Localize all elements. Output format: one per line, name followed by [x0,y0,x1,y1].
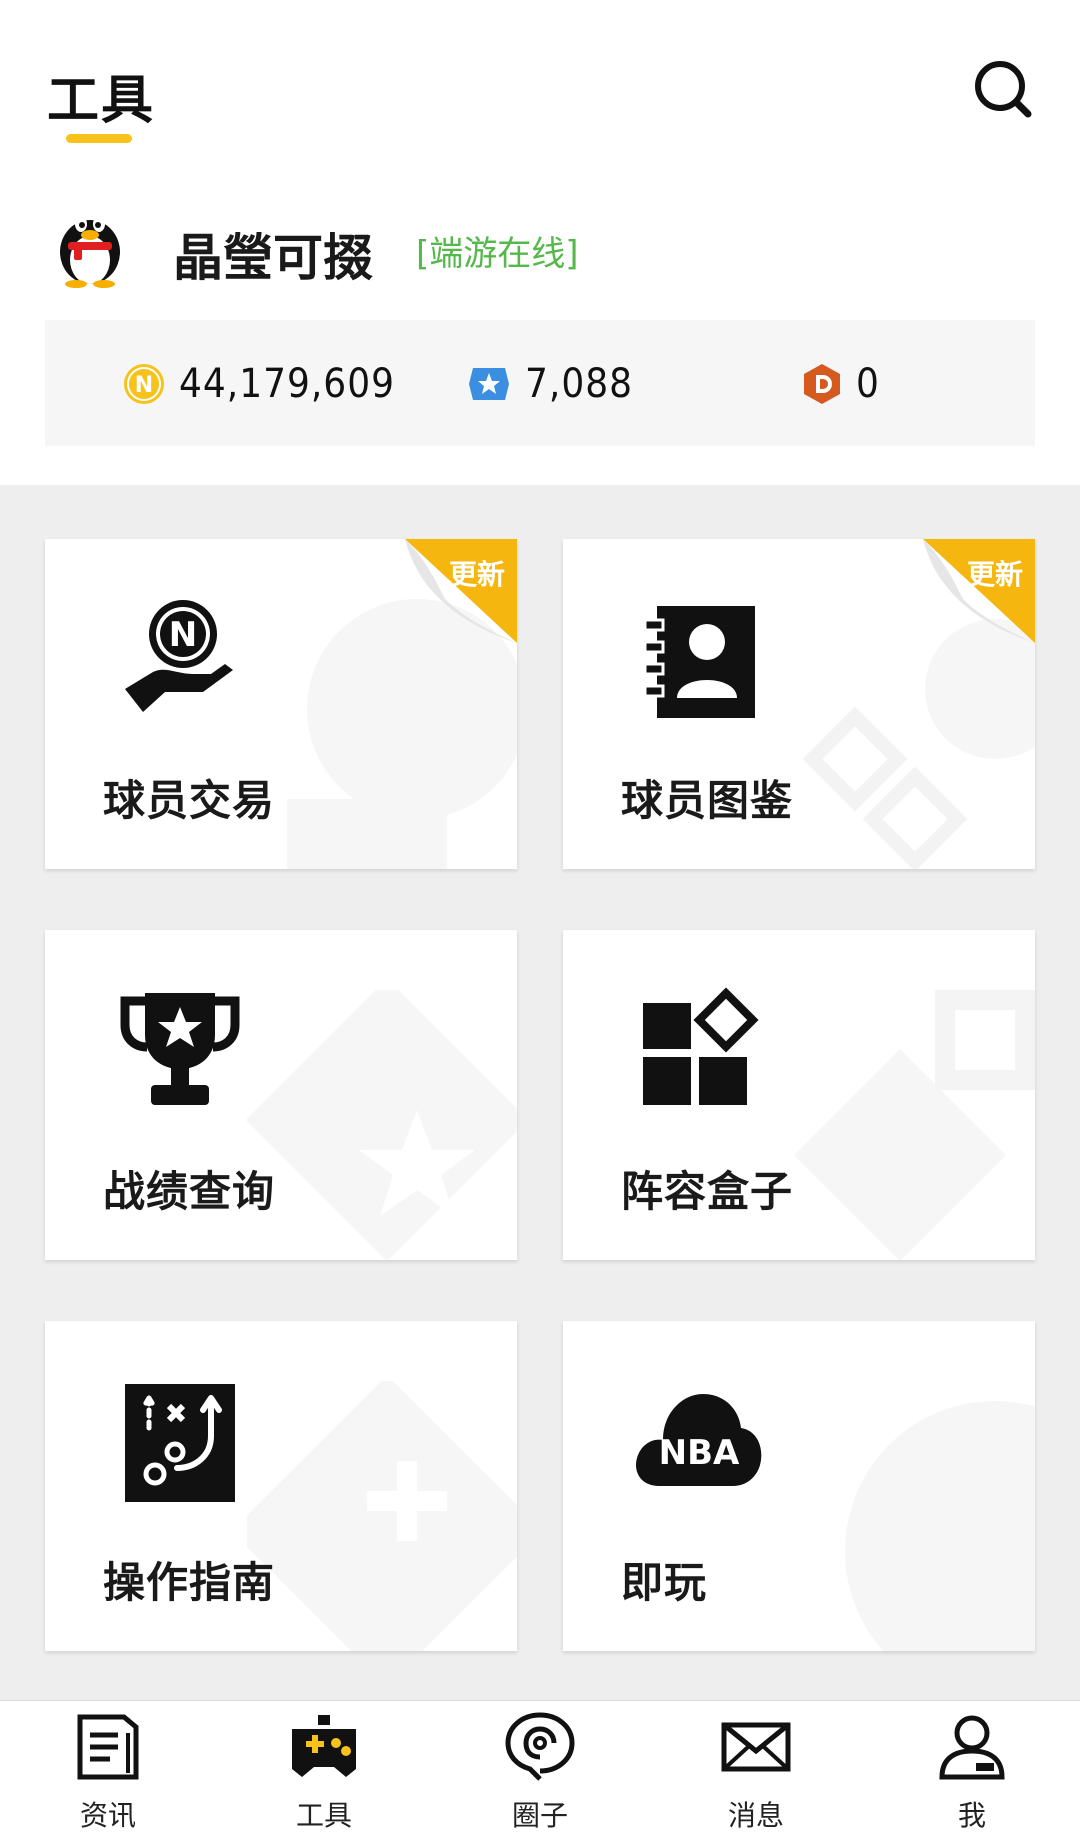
search-button[interactable] [972,58,1036,122]
title-underline [66,134,132,143]
nav-item-tools[interactable]: 工具 [216,1701,432,1848]
tactics-board-icon [125,1384,235,1502]
svg-text:N: N [169,615,197,655]
search-icon [975,61,1032,118]
nav-label: 资讯 [79,1799,136,1832]
d-hex-icon [804,364,840,404]
update-badge: 更新 [966,558,1023,591]
tool-card-player-trade[interactable]: 更新 N 球员交易 [45,539,517,869]
page-title: 工具 [47,71,156,131]
stat-stars: 7,088 [467,356,633,412]
online-status: [端游在线] [416,234,579,274]
update-ribbon: 更新 [405,539,517,643]
stat-n-coins: N 44,179,609 [123,356,395,412]
bottom-nav: 资讯 工具 圈子 消息 我 [0,1700,1080,1848]
tool-card-lineup-box[interactable]: 阵容盒子 [563,930,1035,1260]
user-icon [939,1715,1005,1780]
svg-text:N: N [135,373,153,398]
nav-item-me[interactable]: 我 [864,1701,1080,1848]
star-badge-icon [469,368,509,400]
avatar[interactable] [54,200,126,288]
currency-bar: N 44,179,609 7,088 0 [45,320,1035,446]
mail-icon [721,1722,791,1772]
tool-label: 即玩 [621,1558,708,1607]
nav-item-circle[interactable]: 圈子 [432,1701,648,1848]
watermark-graphic [247,1381,517,1651]
stat-value: 7,088 [525,361,633,407]
contact-book-icon [643,606,755,718]
qq-penguin-icon [60,216,120,288]
update-badge: 更新 [448,558,505,591]
watermark-graphic [793,990,1035,1260]
gamepad-icon [292,1715,356,1777]
nav-label: 工具 [295,1799,352,1832]
nba-cloud-icon: NBA [635,1394,762,1486]
tool-label: 球员图鉴 [621,776,794,825]
n-coin-icon: N [124,364,164,404]
svg-text:NBA: NBA [659,1433,740,1473]
news-icon [77,1714,139,1780]
stat-value: 44,179,609 [179,361,395,407]
blocks-icon [643,987,759,1105]
nav-label: 消息 [727,1799,784,1832]
tool-card-match-stats[interactable]: 战绩查询 [45,930,517,1260]
watermark-graphic [247,990,517,1260]
header: 工具 晶瑩可掇 [端游在线] N 44,179,609 7,088 0 [0,0,1080,485]
profile: 晶瑩可掇 [端游在线] [0,200,1080,300]
hand-coin-icon: N [125,600,233,712]
nav-label: 我 [957,1799,986,1832]
stat-value: 0 [856,361,880,407]
update-ribbon: 更新 [923,539,1035,643]
circle-pin-icon [505,1712,575,1781]
watermark-graphic [845,1401,1035,1651]
tool-card-guide[interactable]: 操作指南 [45,1321,517,1651]
trophy-icon [120,993,240,1105]
nav-item-messages[interactable]: 消息 [648,1701,864,1848]
tool-label: 操作指南 [103,1558,276,1607]
tool-label: 阵容盒子 [621,1167,794,1216]
tool-label: 战绩查询 [103,1167,276,1216]
nickname: 晶瑩可掇 [173,229,373,287]
stat-d-points: 0 [802,356,880,412]
nav-label: 圈子 [511,1799,568,1832]
tool-label: 球员交易 [103,776,276,825]
tool-card-instant-play[interactable]: NBA 即玩 [563,1321,1035,1651]
tool-card-player-catalog[interactable]: 更新 球员图鉴 [563,539,1035,869]
nav-item-news[interactable]: 资讯 [0,1701,216,1848]
